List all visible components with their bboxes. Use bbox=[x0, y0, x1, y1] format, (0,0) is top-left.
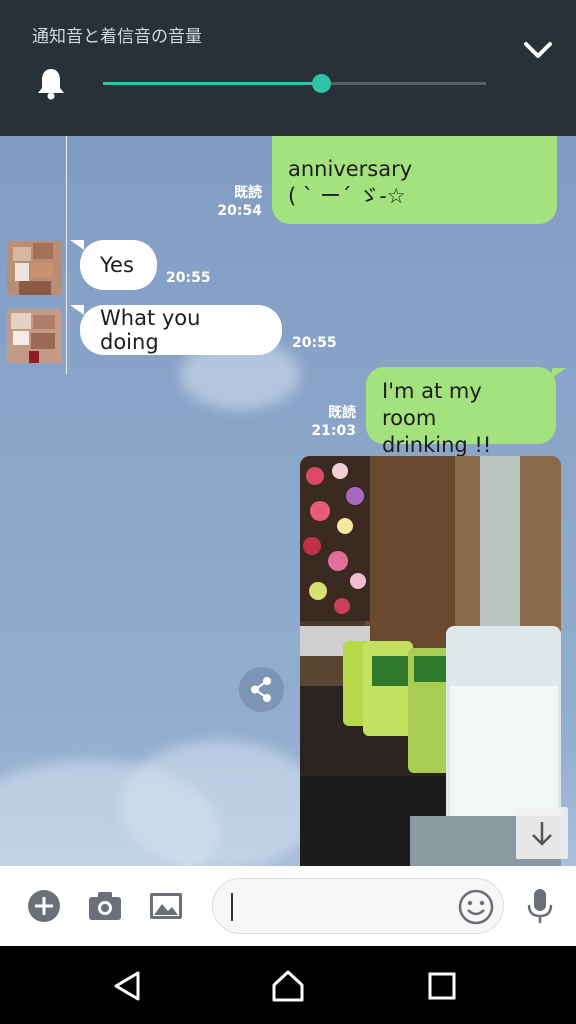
arrow-down-icon bbox=[532, 822, 552, 846]
volume-slider[interactable] bbox=[103, 74, 486, 93]
message-meta: 既読 21:03 bbox=[300, 404, 356, 440]
volume-slider-fill bbox=[103, 82, 322, 85]
camera-icon[interactable] bbox=[85, 886, 125, 926]
message-time: 20:55 bbox=[166, 270, 211, 286]
back-icon[interactable] bbox=[110, 968, 146, 1004]
message-time: 21:03 bbox=[311, 423, 356, 439]
message-meta: 既読 20:54 bbox=[206, 184, 262, 220]
bell-icon[interactable] bbox=[36, 66, 66, 100]
volume-slider-thumb[interactable] bbox=[312, 74, 332, 93]
message-text-line: anniversary bbox=[288, 157, 413, 181]
message-time: 20:54 bbox=[217, 203, 262, 219]
message-text-line: ( ` ー´ ゞ-☆ bbox=[288, 184, 406, 208]
avatar[interactable] bbox=[7, 241, 61, 295]
plus-icon[interactable] bbox=[24, 886, 64, 926]
background-cloud bbox=[120, 740, 320, 866]
share-button[interactable] bbox=[239, 667, 284, 712]
photo-image bbox=[300, 456, 561, 866]
input-bar bbox=[0, 866, 576, 946]
thread-line bbox=[66, 130, 67, 374]
microphone-icon[interactable] bbox=[520, 886, 560, 926]
navigation-bar bbox=[0, 946, 576, 1024]
read-status: 既読 bbox=[234, 185, 262, 201]
share-icon bbox=[251, 677, 271, 702]
volume-panel: 通知音と着信音の音量 bbox=[0, 0, 576, 136]
avatar[interactable] bbox=[7, 309, 61, 363]
message-text-line: I'm at my room bbox=[382, 379, 482, 430]
image-icon[interactable] bbox=[146, 886, 186, 926]
outgoing-message-bubble[interactable]: I'm at my room drinking !! bbox=[366, 367, 556, 457]
emoji-icon[interactable] bbox=[457, 888, 495, 926]
read-status: 既読 bbox=[328, 405, 356, 421]
message-text: Yes bbox=[100, 253, 134, 277]
recents-icon[interactable] bbox=[424, 968, 460, 1004]
message-time: 20:55 bbox=[292, 335, 337, 351]
message-text: What you doing bbox=[100, 306, 201, 354]
photo-message[interactable] bbox=[300, 456, 561, 866]
home-icon[interactable] bbox=[270, 968, 306, 1004]
bubble-tail bbox=[70, 240, 84, 250]
volume-title: 通知音と着信音の音量 bbox=[32, 27, 202, 47]
message-input[interactable] bbox=[212, 878, 504, 934]
chevron-down-icon[interactable] bbox=[522, 38, 554, 62]
incoming-message-bubble[interactable]: Yes bbox=[80, 240, 157, 290]
scroll-down-button[interactable] bbox=[516, 807, 568, 859]
message-text-line: drinking !! bbox=[382, 433, 492, 457]
incoming-message-bubble[interactable]: What you doing bbox=[80, 305, 282, 355]
bubble-tail bbox=[552, 368, 566, 378]
bubble-tail bbox=[70, 305, 84, 315]
text-caret bbox=[231, 893, 233, 921]
outgoing-message-bubble[interactable]: anniversary ( ` ー´ ゞ-☆ bbox=[272, 130, 557, 224]
